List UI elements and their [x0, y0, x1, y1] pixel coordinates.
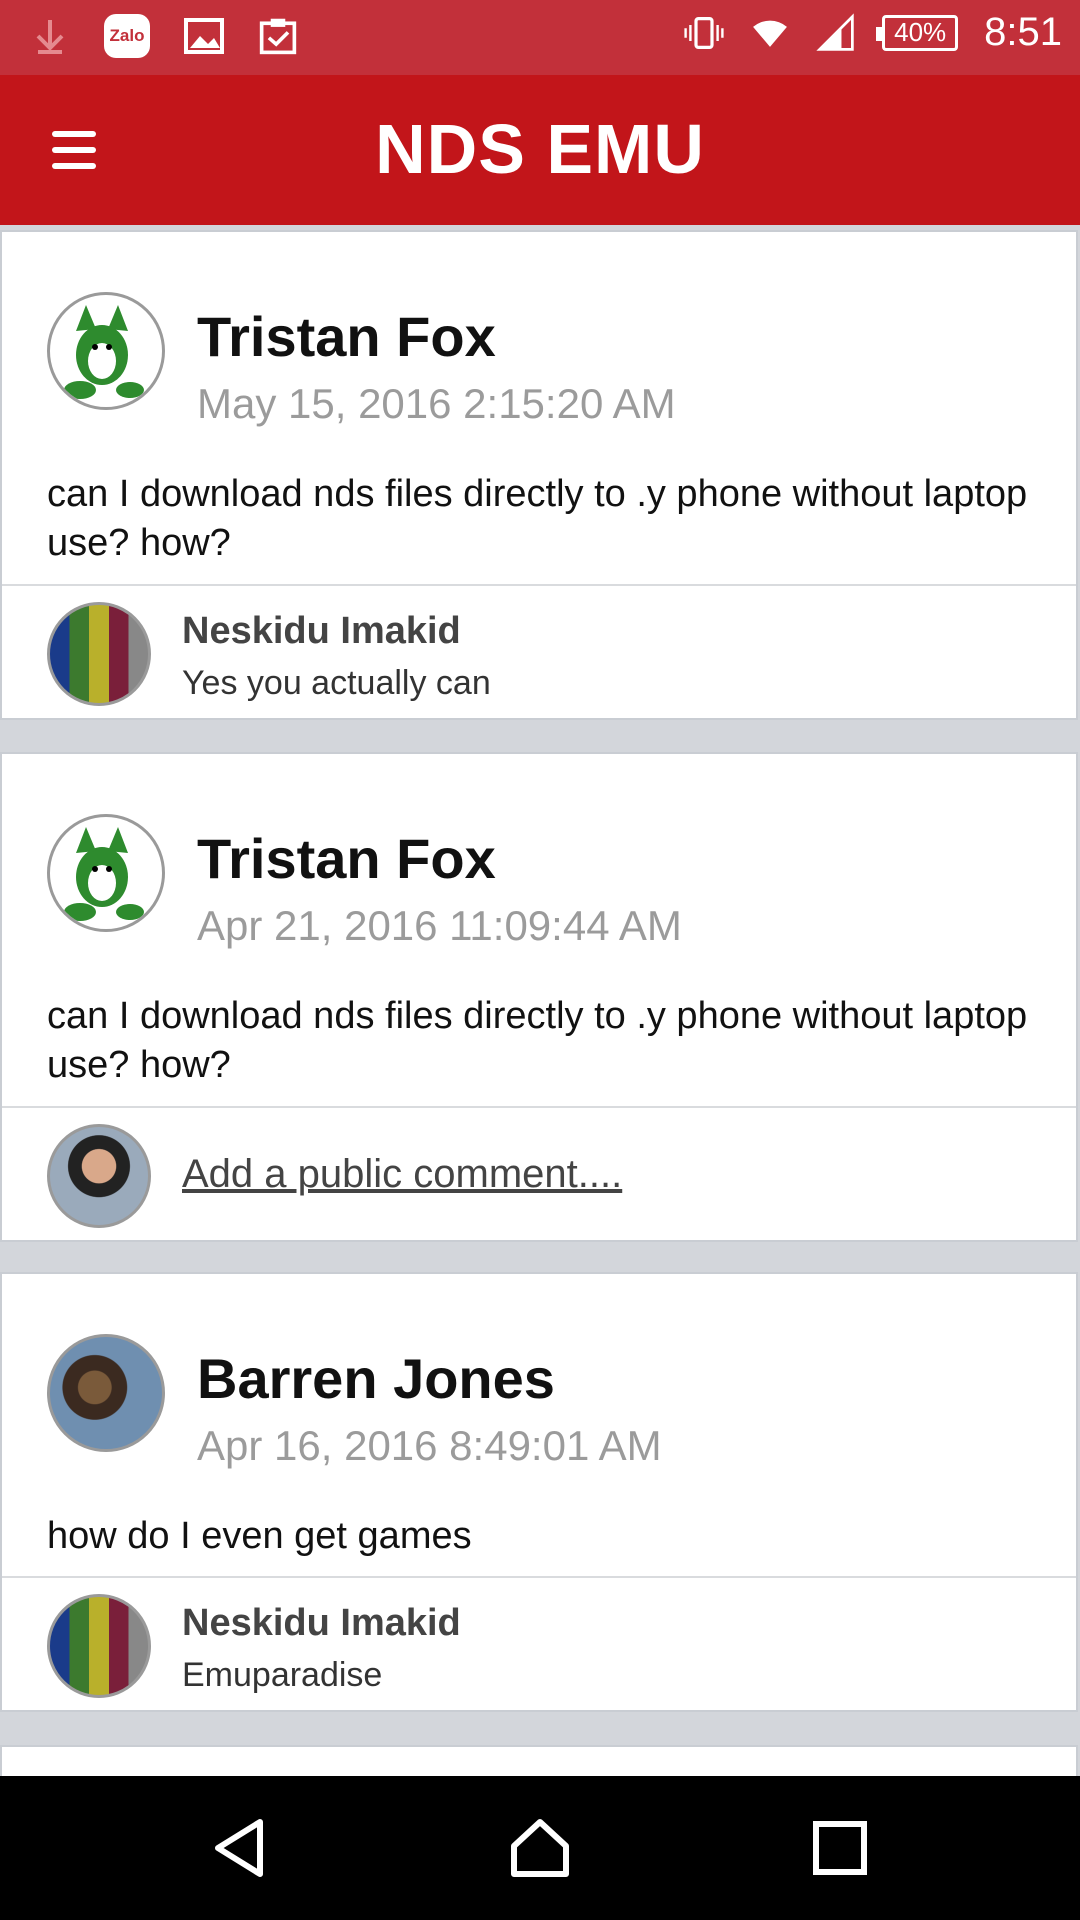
navigation-bar — [0, 1776, 1080, 1920]
current-user-avatar — [47, 1124, 151, 1228]
post-card: Tristan Fox May 15, 2016 2:15:20 AM can … — [0, 230, 1078, 720]
divider — [2, 584, 1076, 586]
image-icon — [184, 14, 224, 58]
post-date: Apr 16, 2016 8:49:01 AM — [197, 1422, 662, 1469]
post-body: how do I even get games — [47, 1515, 472, 1557]
author-avatar[interactable] — [47, 1334, 165, 1452]
reply-author[interactable]: Neskidu Imakid — [182, 1602, 461, 1645]
signal-icon — [816, 11, 856, 55]
vibrate-icon — [684, 11, 724, 55]
post-card: Tristan Fox Apr 21, 2016 11:09:44 AM can… — [0, 752, 1078, 1242]
author-avatar[interactable] — [47, 814, 165, 932]
post-date: Apr 21, 2016 11:09:44 AM — [197, 902, 682, 949]
divider — [2, 1576, 1076, 1578]
reply-avatar[interactable] — [47, 602, 151, 706]
notification-icons: Zalo — [30, 14, 298, 58]
home-icon[interactable] — [508, 1816, 572, 1880]
reply-author[interactable]: Neskidu Imakid — [182, 610, 461, 653]
status-bar: Zalo 40% 8:51 — [0, 0, 1080, 75]
clipboard-check-icon — [258, 14, 298, 58]
divider — [2, 1106, 1076, 1108]
post-body: can I download nds files directly to .y … — [47, 995, 1028, 1086]
system-icons: 40% 8:51 — [684, 10, 1062, 55]
reply-avatar[interactable] — [47, 1594, 151, 1698]
zalo-icon: Zalo — [104, 14, 150, 58]
author-name[interactable]: Barren Jones — [197, 1346, 555, 1411]
recents-icon[interactable] — [808, 1816, 872, 1880]
app-bar: NDS EMU — [0, 75, 1080, 225]
author-name[interactable]: Tristan Fox — [197, 826, 496, 891]
battery-indicator: 40% — [876, 14, 959, 51]
post-card: Barren Jones Apr 16, 2016 8:49:01 AM how… — [0, 1272, 1078, 1712]
reply-text: Yes you actually can — [182, 664, 491, 702]
post-date: May 15, 2016 2:15:20 AM — [197, 380, 676, 427]
author-name[interactable]: Tristan Fox — [197, 304, 496, 369]
back-icon[interactable] — [208, 1816, 272, 1880]
clock: 8:51 — [984, 10, 1062, 54]
post-body: can I download nds files directly to .y … — [47, 473, 1028, 564]
reply-text: Emuparadise — [182, 1656, 383, 1694]
add-comment-input[interactable]: Add a public comment.... — [182, 1152, 622, 1197]
wifi-icon — [750, 11, 790, 55]
app-title: NDS EMU — [375, 110, 705, 188]
download-arrow-icon — [30, 14, 70, 58]
author-avatar[interactable] — [47, 292, 165, 410]
